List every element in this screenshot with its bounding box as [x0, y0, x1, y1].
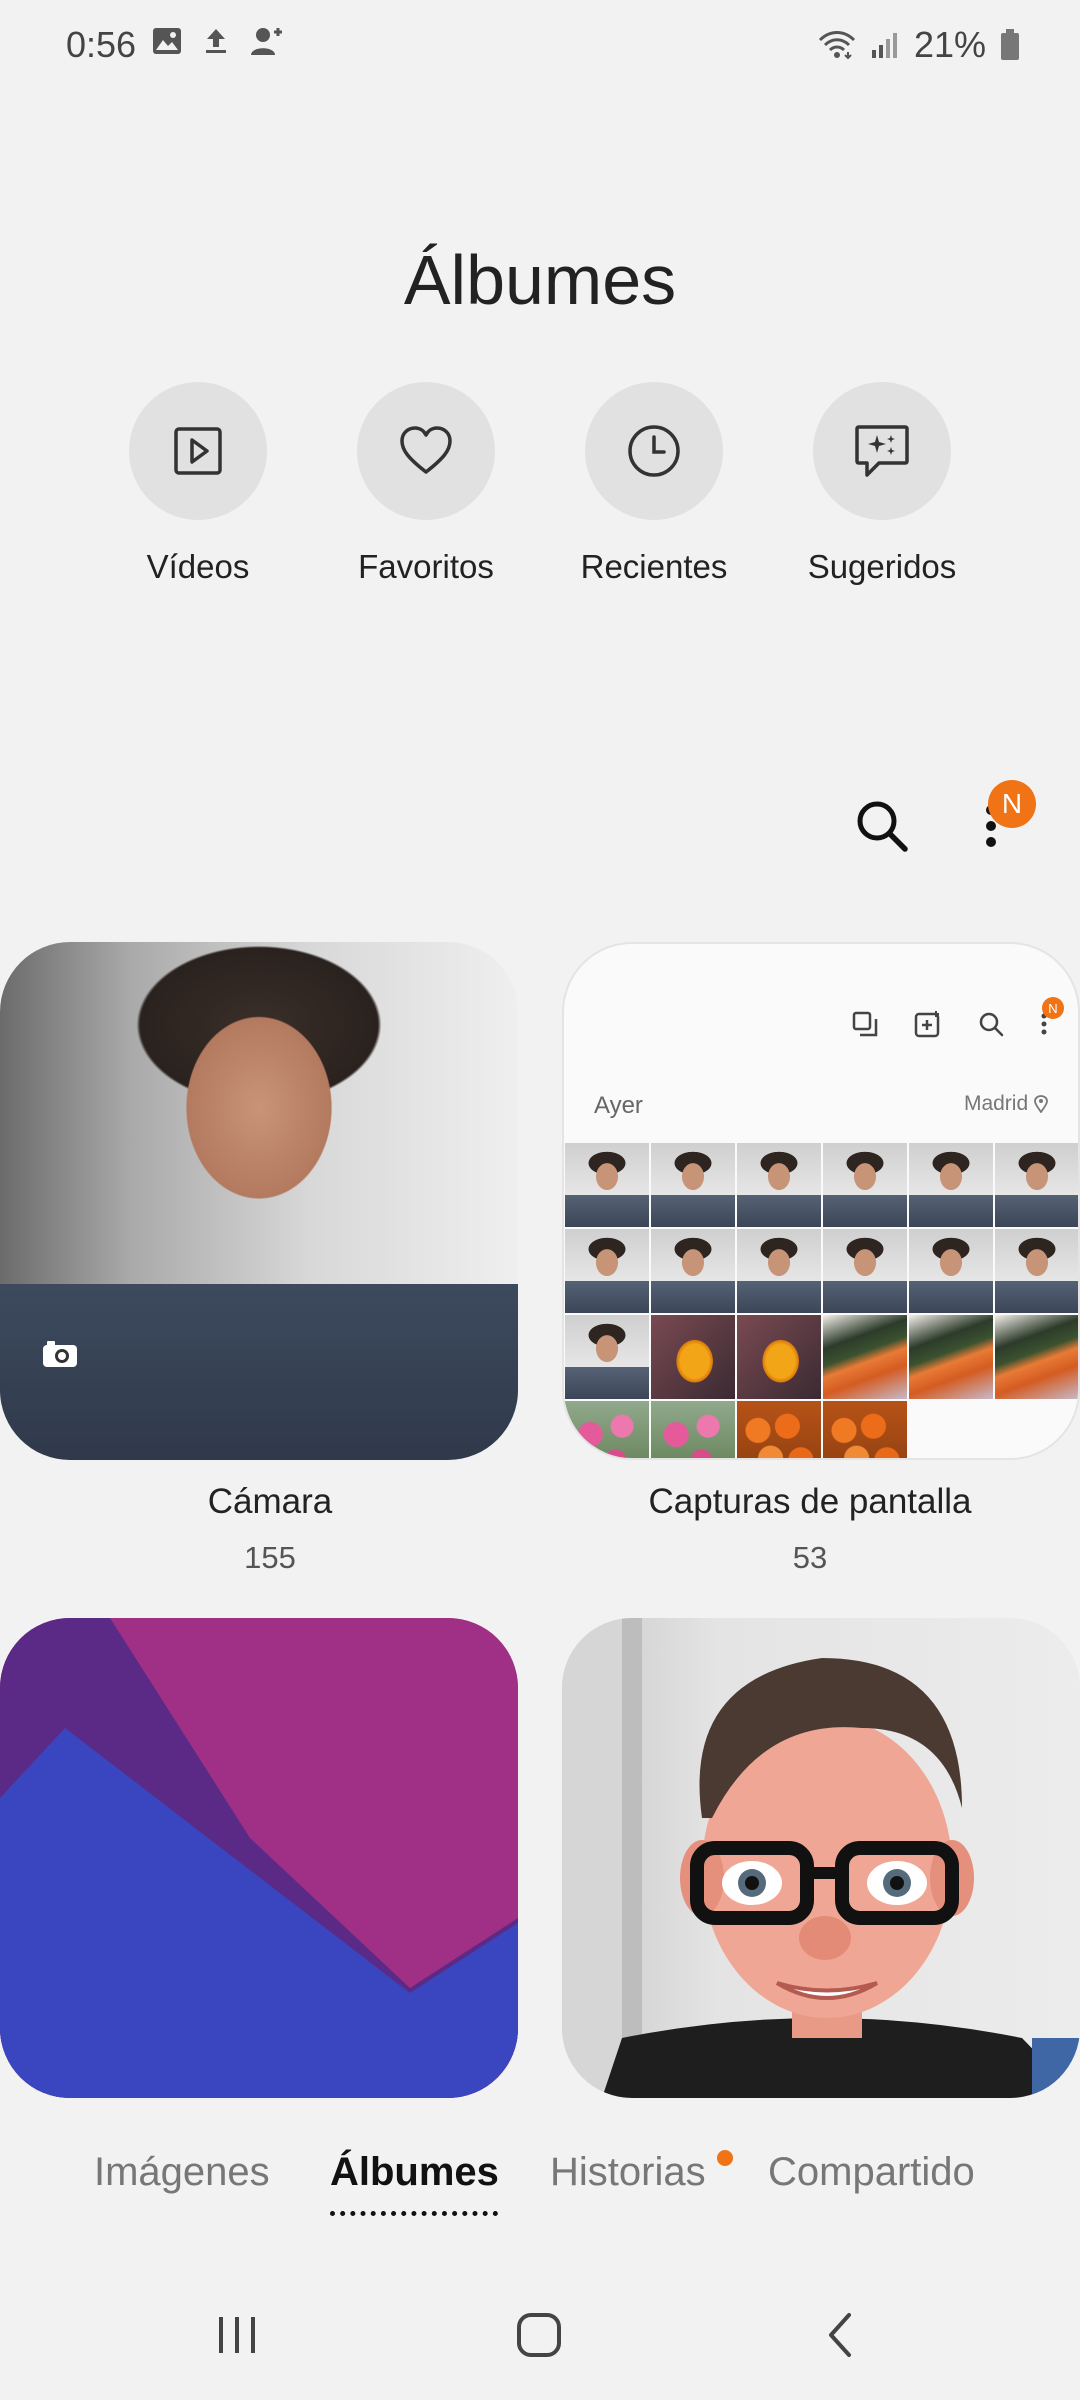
search-icon	[854, 798, 910, 854]
notification-badge: N	[988, 780, 1036, 828]
system-nav-bar	[0, 2290, 1080, 2380]
album-thumbnail-camera[interactable]	[0, 942, 518, 1460]
preview-grid	[564, 1142, 1078, 1458]
preview-thumb	[822, 1228, 908, 1314]
preview-thumb	[564, 1400, 650, 1458]
quick-album-videos[interactable]: Vídeos	[108, 382, 288, 602]
select-icon	[852, 1011, 878, 1037]
tab-shared[interactable]: Compartido	[768, 2150, 975, 2195]
quick-album-label: Favoritos	[358, 548, 494, 585]
home-button[interactable]	[494, 2290, 584, 2380]
preview-thumb	[650, 1228, 736, 1314]
signal-icon	[870, 30, 900, 60]
more-vertical-icon: N	[1040, 997, 1064, 1037]
back-icon	[823, 2311, 859, 2359]
video-icon	[172, 425, 224, 477]
preview-location: Madrid	[964, 1092, 1048, 1116]
preview-thumb	[994, 1142, 1078, 1228]
quick-album-favorites[interactable]: Favoritos	[336, 382, 516, 602]
preview-thumb	[564, 1142, 650, 1228]
quick-albums: Vídeos Favoritos Recientes Sugeridos	[0, 382, 1080, 602]
quick-album-label: Recientes	[580, 548, 728, 585]
preview-thumb	[650, 1142, 736, 1228]
album-count: 53	[792, 1540, 828, 1575]
wallpaper-artwork	[0, 1618, 518, 2098]
preview-thumb	[736, 1228, 822, 1314]
preview-thumb	[564, 1314, 650, 1400]
tab-stories[interactable]: Historias	[550, 2150, 706, 2195]
album-thumbnail-wallpaper[interactable]	[0, 1618, 518, 2098]
status-time: 0:56	[66, 24, 137, 65]
preview-thumb	[908, 1314, 994, 1400]
back-button[interactable]	[796, 2290, 886, 2380]
tab-images[interactable]: Imágenes	[94, 2150, 270, 2195]
suggested-icon	[853, 423, 911, 479]
quick-album-circle	[129, 382, 267, 520]
location-pin-icon	[1034, 1095, 1048, 1115]
heart-icon	[398, 425, 454, 477]
preview-thumb	[994, 1228, 1078, 1314]
preview-thumb	[736, 1314, 822, 1400]
status-bar: 0:56 21%	[0, 0, 1080, 90]
home-icon	[515, 2311, 563, 2359]
quick-album-label: Vídeos	[146, 548, 250, 585]
status-icons-left	[152, 26, 284, 56]
recent-apps-icon	[215, 2313, 259, 2357]
preview-thumb	[822, 1400, 908, 1458]
search-button[interactable]	[846, 790, 918, 862]
battery-icon	[1000, 29, 1020, 61]
preview-thumb	[908, 1228, 994, 1314]
preview-location-text: Madrid	[963, 1092, 1029, 1115]
recent-apps-button[interactable]	[192, 2290, 282, 2380]
album-thumbnail-avatar[interactable]	[562, 1618, 1080, 2098]
preview-thumb	[650, 1314, 736, 1400]
wifi-icon	[818, 30, 856, 60]
album-count: 155	[244, 1540, 296, 1575]
page-title: Álbumes	[403, 241, 677, 319]
preview-thumb	[564, 1228, 650, 1314]
album-thumbnail-screenshots[interactable]: N Ayer Madrid	[562, 942, 1080, 1460]
quick-album-recent[interactable]: Recientes	[564, 382, 744, 602]
album-name: Capturas de pantalla	[648, 1482, 972, 1521]
album-name: Cámara	[207, 1482, 333, 1521]
tab-active-indicator	[330, 2210, 498, 2216]
clock-icon	[626, 423, 682, 479]
preview-thumb	[736, 1400, 822, 1458]
quick-album-circle	[585, 382, 723, 520]
preview-thumb	[650, 1400, 736, 1458]
avatar-artwork	[562, 1618, 1080, 2098]
tab-stories-dot	[717, 2150, 733, 2166]
quick-album-label: Sugeridos	[807, 548, 957, 585]
preview-toolbar: N	[852, 997, 1064, 1038]
add-user-icon	[250, 26, 284, 56]
quick-album-circle	[357, 382, 495, 520]
quick-album-circle	[813, 382, 951, 520]
preview-thumb	[736, 1142, 822, 1228]
preview-thumb	[908, 1142, 994, 1228]
quick-album-suggested[interactable]: Sugeridos	[792, 382, 972, 602]
preview-thumb	[822, 1142, 908, 1228]
camera-icon	[43, 1341, 77, 1367]
upload-icon	[204, 27, 228, 55]
status-icons-right: 21%	[818, 24, 1020, 66]
preview-thumb	[822, 1314, 908, 1400]
search-icon	[978, 1011, 1004, 1037]
bottom-tabs: Imágenes Álbumes Historias Compartido	[0, 2150, 1080, 2230]
preview-thumb	[994, 1314, 1078, 1400]
preview-badge: N	[1042, 997, 1064, 1019]
preview-date: Ayer	[594, 1092, 643, 1119]
add-album-icon	[914, 1010, 942, 1038]
battery-percentage: 21%	[913, 24, 986, 65]
gallery-icon	[152, 27, 182, 55]
tab-albums[interactable]: Álbumes	[330, 2150, 499, 2195]
